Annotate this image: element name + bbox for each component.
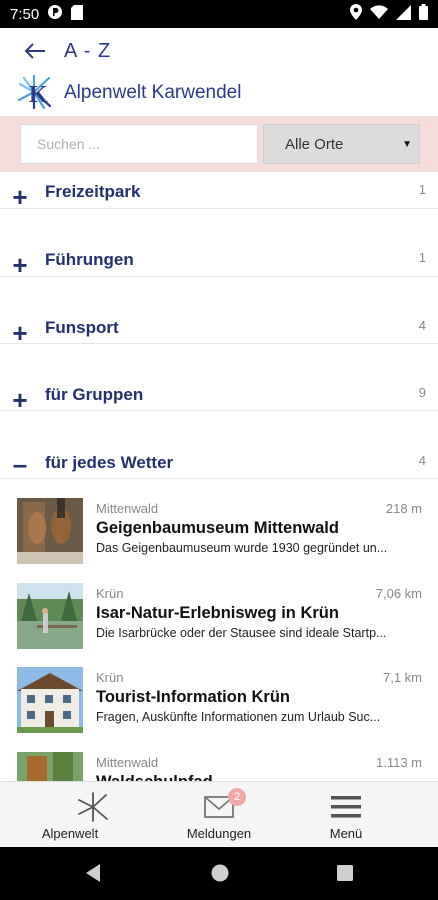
brand-logo-icon: K bbox=[16, 74, 54, 110]
item-distance: 1.113 m bbox=[375, 755, 422, 770]
thumbnail-image bbox=[17, 583, 83, 649]
expand-plus-icon: + bbox=[12, 250, 28, 280]
envelope-icon: 2 bbox=[204, 788, 246, 822]
sd-card-icon bbox=[71, 4, 84, 24]
bottom-navigation: Alpenwelt 2 Meldungen Menü bbox=[0, 781, 438, 847]
wifi-icon bbox=[370, 5, 388, 23]
list-item[interactable]: Mittenwald 1.113 m Waldschulpfad bbox=[0, 752, 438, 781]
nav-alpenwelt[interactable]: Alpenwelt bbox=[20, 782, 166, 848]
item-title: Waldschulpfad bbox=[96, 773, 213, 781]
category-label: für Gruppen bbox=[45, 385, 144, 404]
category-label: für jedes Wetter bbox=[45, 453, 174, 472]
category-row-fuehrungen[interactable]: + Führungen 1 bbox=[0, 240, 438, 308]
list-item[interactable]: Mittenwald 218 m Geigenbaumuseum Mittenw… bbox=[0, 498, 438, 582]
thumbnail-image bbox=[17, 667, 83, 733]
place-filter-select[interactable]: Alle Orte ▼ bbox=[263, 124, 420, 164]
category-count: 4 bbox=[418, 453, 426, 468]
nav-active-indicator bbox=[20, 782, 166, 785]
item-place: Krün bbox=[96, 670, 124, 685]
divider bbox=[0, 208, 438, 209]
item-description: Das Geigenbaumuseum wurde 1930 gegründet… bbox=[96, 541, 388, 555]
nav-label: Menü bbox=[329, 826, 363, 841]
hamburger-menu-icon bbox=[331, 792, 361, 822]
status-bar: 7:50 bbox=[0, 0, 438, 28]
divider bbox=[0, 343, 438, 344]
nav-meldungen[interactable]: 2 Meldungen bbox=[146, 782, 292, 848]
recents-square-icon[interactable] bbox=[337, 865, 353, 886]
notification-badge: 2 bbox=[228, 788, 246, 806]
divider bbox=[0, 478, 438, 479]
list-item[interactable]: Krün 7,1 km Tourist-Information Krün Fra… bbox=[0, 667, 438, 751]
nav-label: Alpenwelt bbox=[41, 826, 99, 841]
system-navigation-bar bbox=[0, 847, 438, 900]
category-row-funsport[interactable]: + Funsport 4 bbox=[0, 308, 438, 376]
item-place: Krün bbox=[96, 586, 124, 601]
category-row-freizeitpark[interactable]: + Freizeitpark 1 bbox=[0, 172, 438, 240]
item-description: Die Isarbrücke oder der Stausee sind ide… bbox=[96, 626, 387, 640]
expand-plus-icon: + bbox=[12, 182, 28, 212]
alpenwelt-logo-icon bbox=[76, 792, 110, 822]
item-title: Tourist-Information Krün bbox=[96, 688, 291, 706]
item-title: Isar-Natur-Erlebnisweg in Krün bbox=[96, 604, 339, 622]
svg-text:K: K bbox=[29, 82, 48, 108]
signal-icon bbox=[396, 4, 411, 24]
item-place: Mittenwald bbox=[96, 755, 159, 770]
category-label: Führungen bbox=[45, 250, 134, 269]
collapse-minus-icon: – bbox=[12, 449, 28, 479]
divider bbox=[0, 410, 438, 411]
page-title: A - Z bbox=[64, 40, 112, 62]
location-icon bbox=[350, 4, 362, 24]
back-arrow-icon[interactable] bbox=[20, 38, 50, 64]
home-circle-icon[interactable] bbox=[210, 863, 230, 888]
app-notification-icon bbox=[47, 4, 63, 24]
item-distance: 7,1 km bbox=[382, 670, 422, 685]
category-count: 4 bbox=[418, 318, 426, 333]
back-triangle-icon[interactable] bbox=[84, 863, 102, 888]
category-label: Freizeitpark bbox=[45, 182, 141, 201]
item-place: Mittenwald bbox=[96, 501, 159, 516]
list-item[interactable]: Krün 7,06 km Isar-Natur-Erlebnisweg in K… bbox=[0, 583, 438, 667]
brand-name: Alpenwelt Karwendel bbox=[64, 82, 242, 103]
category-count: 9 bbox=[418, 385, 426, 400]
category-count: 1 bbox=[418, 182, 426, 197]
thumbnail-image bbox=[17, 752, 83, 781]
search-input[interactable] bbox=[20, 124, 258, 164]
item-distance: 7,06 km bbox=[375, 586, 422, 601]
status-time: 7:50 bbox=[10, 5, 40, 23]
nav-label: Meldungen bbox=[186, 826, 252, 841]
nav-menu[interactable]: Menü bbox=[273, 782, 419, 848]
item-distance: 218 m bbox=[385, 501, 422, 516]
item-title: Geigenbaumuseum Mittenwald bbox=[96, 519, 339, 537]
category-label: Funsport bbox=[45, 318, 119, 337]
divider bbox=[0, 276, 438, 277]
category-row-fuer-gruppen[interactable]: + für Gruppen 9 bbox=[0, 375, 438, 443]
category-count: 1 bbox=[418, 250, 426, 265]
battery-icon bbox=[419, 4, 428, 24]
search-bar: Alle Orte ▼ bbox=[0, 116, 438, 172]
app-header: A - Z K Alpenwelt Karwendel bbox=[0, 28, 438, 116]
place-filter-value: Alle Orte bbox=[285, 135, 344, 153]
thumbnail-image bbox=[17, 498, 83, 564]
dropdown-caret-icon: ▼ bbox=[402, 139, 412, 150]
item-description: Fragen, Auskünfte Informationen zum Urla… bbox=[96, 710, 381, 724]
